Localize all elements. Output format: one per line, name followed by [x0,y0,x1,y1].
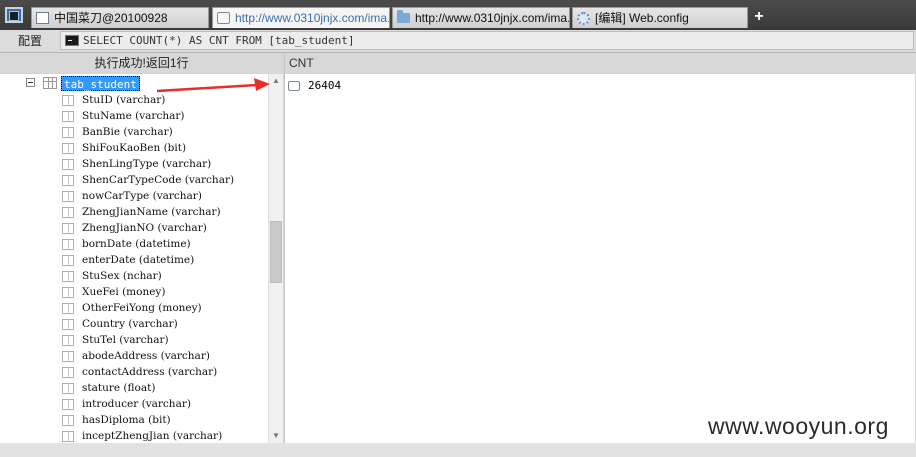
column-icon [62,367,74,378]
column-label: contactAddress (varchar) [82,366,218,378]
column-icon [62,271,74,282]
column-label: OtherFeiYong (money) [82,302,202,314]
column-label: hasDiploma (bit) [82,414,171,426]
schema-tree[interactable]: tab_student StuID (varchar) StuName (var… [0,74,268,443]
column-label: inceptZhengJian (varchar) [82,430,223,442]
sql-query-text: SELECT COUNT(*) AS CNT FROM [tab_student… [83,34,355,47]
column-icon [62,287,74,298]
tab-caidao[interactable]: 中国菜刀@20100928 [31,7,209,28]
column-label: StuTel (varchar) [82,334,169,346]
column-icon [62,319,74,330]
column-icon [62,207,74,218]
column-icon [62,431,74,442]
column-label: StuName (varchar) [82,110,185,122]
scroll-up-arrow-icon[interactable]: ▲ [269,74,283,88]
watermark: www.wooyun.org [708,413,889,439]
column-label: nowCarType (varchar) [82,190,202,202]
column-label: XueFei (money) [82,286,166,298]
config-button[interactable]: 配置 [4,31,56,51]
column-label: ShenCarTypeCode (varchar) [82,174,235,186]
result-cell[interactable]: 26404 [308,78,341,94]
row-icon [288,81,300,91]
column-icon [62,239,74,250]
tab-bar: 中国菜刀@20100928 http://www.0310jnjx.com/im… [0,0,916,30]
column-label: enterDate (datetime) [82,254,195,266]
column-label: BanBie (varchar) [82,126,173,138]
results-grid[interactable]: 26404 [284,74,915,443]
app-menu-icon[interactable] [5,7,23,23]
column-icon [62,255,74,266]
column-label: ZhengJianNO (varchar) [82,222,207,234]
results-header: CNT [284,53,916,73]
scroll-down-arrow-icon[interactable]: ▼ [269,429,283,443]
scroll-thumb[interactable] [270,221,282,283]
tab-label: 中国菜刀@20100928 [54,11,168,25]
tab-edit-webconfig[interactable]: [编辑] Web.config [572,7,748,28]
column-icon [62,127,74,138]
column-label: stature (float) [82,382,156,394]
column-label: ShenLingType (varchar) [82,158,212,170]
column-icon [62,175,74,186]
column-icon [62,143,74,154]
column-header-cnt[interactable]: CNT [289,53,314,73]
window-icon [36,12,49,24]
tab-label: http://www.0310jnjx.com/ima... [415,11,570,25]
tab-file-manager[interactable]: http://www.0310jnjx.com/ima... [392,7,570,28]
column-label: bornDate (datetime) [82,238,191,250]
tree-node-label[interactable]: tab_student [61,76,140,91]
column-icon [62,303,74,314]
tree-scrollbar[interactable]: ▲ ▼ [268,74,283,443]
bottom-strip [0,443,916,457]
table-icon [43,77,57,89]
tab-database[interactable]: http://www.0310jnjx.com/ima... [212,7,390,28]
new-tab-button[interactable]: + [752,9,766,25]
column-icon [62,415,74,426]
sql-query-input[interactable]: SELECT COUNT(*) AS CNT FROM [tab_student… [60,31,914,50]
query-bar: 配置 SELECT COUNT(*) AS CNT FROM [tab_stud… [0,30,916,53]
column-icon [62,399,74,410]
column-icon [62,383,74,394]
folder-icon [397,10,410,23]
column-icon [62,111,74,122]
status-message: 执行成功!返回1行 [0,53,283,73]
column-icon [62,351,74,362]
column-label: StuSex (nchar) [82,270,162,282]
column-icon [62,95,74,106]
column-label: introducer (varchar) [82,398,191,410]
column-icon [62,335,74,346]
column-label: Country (varchar) [82,318,178,330]
column-label: ZhengJianName (varchar) [82,206,221,218]
gear-icon [577,12,590,25]
document-icon [217,12,230,24]
tab-label: [编辑] Web.config [595,11,689,25]
column-icon [62,191,74,202]
tab-label: http://www.0310jnjx.com/ima... [235,11,390,25]
terminal-icon [65,35,79,46]
column-label: abodeAddress (varchar) [82,350,210,362]
column-label: ShiFouKaoBen (bit) [82,142,187,154]
column-label: StuID (varchar) [82,94,166,106]
column-icon [62,223,74,234]
collapse-icon[interactable] [26,78,35,87]
column-icon [62,159,74,170]
